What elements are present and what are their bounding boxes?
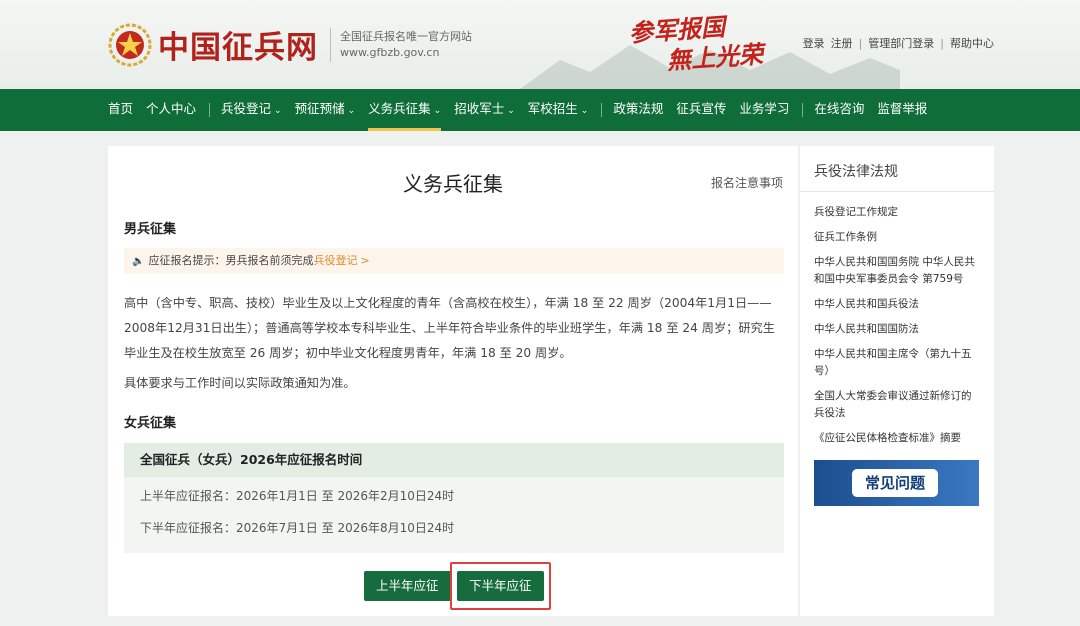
nav-divider — [209, 103, 211, 117]
link-separator: | — [940, 36, 944, 50]
female-schedule-row: 下半年应征报名：2026年7月1日 至 2026年8月10日24时 — [140, 521, 455, 535]
sidebar-item[interactable]: 中华人民共和国国务院 中华人民共和国中央军事委员会令 第759号 — [814, 254, 980, 288]
female-schedule-header: 全国征兵（女兵）2026年应征报名时间 — [124, 443, 784, 477]
chevron-down-icon: ⌄ — [433, 106, 442, 116]
registration-tip: 🔈 应征报名提示：男兵报名前须完成兵役登记 > — [124, 248, 784, 274]
nav-report[interactable]: 监督举报 — [877, 89, 927, 131]
nav-conscription[interactable]: 义务兵征集 ⌄ — [368, 89, 442, 131]
female-schedule-table: 全国征兵（女兵）2026年应征报名时间 上半年应征报名：2026年1月1日 至 … — [124, 443, 784, 553]
faq-label: 常见问题 — [852, 469, 938, 497]
nav-learning[interactable]: 业务学习 — [739, 89, 789, 131]
male-requirements: 高中（含中专、职高、技校）毕业生及以上文化程度的青年（含高校在校生），年满 18… — [124, 296, 775, 360]
female-heading: 女兵征集 — [124, 416, 177, 431]
top-links: 登录 注册 | 管理部门登录 | 帮助中心 — [803, 35, 994, 51]
site-name: 中国征兵网 — [158, 30, 318, 66]
chevron-down-icon: ⌄ — [274, 106, 282, 116]
male-heading: 男兵征集 — [124, 222, 177, 237]
army-emblem-icon — [108, 23, 152, 67]
nav-divider — [802, 103, 804, 117]
chevron-right-icon: > — [360, 254, 370, 267]
logo-divider — [330, 27, 331, 62]
register-link[interactable]: 注册 — [831, 35, 853, 51]
speaker-icon: 🔈 — [132, 256, 145, 267]
site-logo[interactable]: 中国征兵网 全国征兵报名唯一官方网站 www.gfbzb.gov.cn — [108, 22, 472, 67]
slogan: 参军报国 無上光荣 — [628, 9, 764, 78]
nav-promotion[interactable]: 征兵宣传 — [676, 89, 726, 131]
help-center-link[interactable]: 帮助中心 — [950, 35, 994, 51]
male-note: 具体要求与工作时间以实际政策通知为准。 — [124, 376, 356, 390]
nav-divider — [601, 103, 603, 117]
nav-personal-center[interactable]: 个人中心 — [146, 89, 196, 131]
sidebar-item[interactable]: 全国人大常委会审议通过新修订的兵役法 — [814, 388, 980, 422]
faq-banner[interactable]: 常见问题 — [814, 460, 979, 506]
nav-academy-label: 军校招生 — [527, 101, 578, 116]
nav-registration-label: 兵役登记 — [221, 101, 272, 116]
tip-text: 应征报名提示：男兵报名前须完成 — [148, 254, 314, 267]
sidebar: 兵役法律法规 兵役登记工作规定 征兵工作条例 中华人民共和国国务院 中华人民共和… — [800, 146, 994, 616]
sidebar-item[interactable]: 中华人民共和国兵役法 — [814, 296, 980, 313]
nav-registration[interactable]: 兵役登记 ⌄ — [221, 89, 282, 131]
page-title: 义务兵征集 — [403, 172, 503, 196]
nav-policy[interactable]: 政策法规 — [613, 89, 663, 131]
site-url: www.gfbzb.gov.cn — [340, 45, 440, 59]
tip-registration-link[interactable]: 兵役登记 — [313, 254, 357, 267]
link-separator: | — [858, 36, 863, 50]
admin-login-link[interactable]: 管理部门登录 — [868, 35, 934, 51]
nav-pre-enlist-label: 预征预储 — [294, 101, 345, 116]
nav-sergeant[interactable]: 招收军士 ⌄ — [454, 89, 515, 131]
main-panel: 义务兵征集 报名注意事项 男兵征集 🔈 应征报名提示：男兵报名前须完成兵役登记 > … — [108, 146, 798, 616]
chevron-down-icon: ⌄ — [580, 106, 589, 116]
site-subtitle-block: 全国征兵报名唯一官方网站 www.gfbzb.gov.cn — [340, 29, 472, 61]
chevron-down-icon: ⌄ — [507, 106, 515, 116]
login-link[interactable]: 登录 — [803, 35, 825, 51]
sidebar-item[interactable]: 中华人民共和国主席令（第九十五号） — [814, 346, 980, 380]
nav-pre-enlist[interactable]: 预征预储 ⌄ — [295, 89, 356, 131]
nav-conscription-label: 义务兵征集 — [368, 101, 431, 116]
sidebar-item[interactable]: 兵役登记工作规定 — [814, 204, 980, 221]
female-schedule-row: 上半年应征报名：2026年1月1日 至 2026年2月10日24时 — [140, 489, 455, 503]
site-header: 中国征兵网 全国征兵报名唯一官方网站 www.gfbzb.gov.cn 参军报国… — [0, 0, 1080, 89]
site-subtitle: 全国征兵报名唯一官方网站 — [340, 29, 472, 43]
first-half-button[interactable]: 上半年应征 — [364, 571, 451, 601]
sidebar-item[interactable]: 中华人民共和国国防法 — [814, 321, 980, 338]
chevron-down-icon: ⌄ — [347, 106, 356, 116]
sidebar-item[interactable]: 征兵工作条例 — [814, 229, 980, 246]
nav-sergeant-label: 招收军士 — [454, 101, 505, 116]
second-half-button[interactable]: 下半年应征 — [457, 571, 544, 601]
nav-consult[interactable]: 在线咨询 — [814, 89, 864, 131]
nav-academy[interactable]: 军校招生 ⌄ — [528, 89, 589, 131]
sidebar-title: 兵役法律法规 — [800, 146, 994, 192]
notice-link[interactable]: 报名注意事项 — [711, 174, 783, 191]
main-nav: 首页 个人中心 兵役登记 ⌄ 预征预储 ⌄ 义务兵征集 ⌄ 招收军士 ⌄ 军校招生 ⌄ 政… — [0, 89, 1080, 131]
sidebar-item[interactable]: 《应征公民体格检查标准》摘要 — [814, 430, 980, 447]
nav-home[interactable]: 首页 — [108, 89, 133, 131]
